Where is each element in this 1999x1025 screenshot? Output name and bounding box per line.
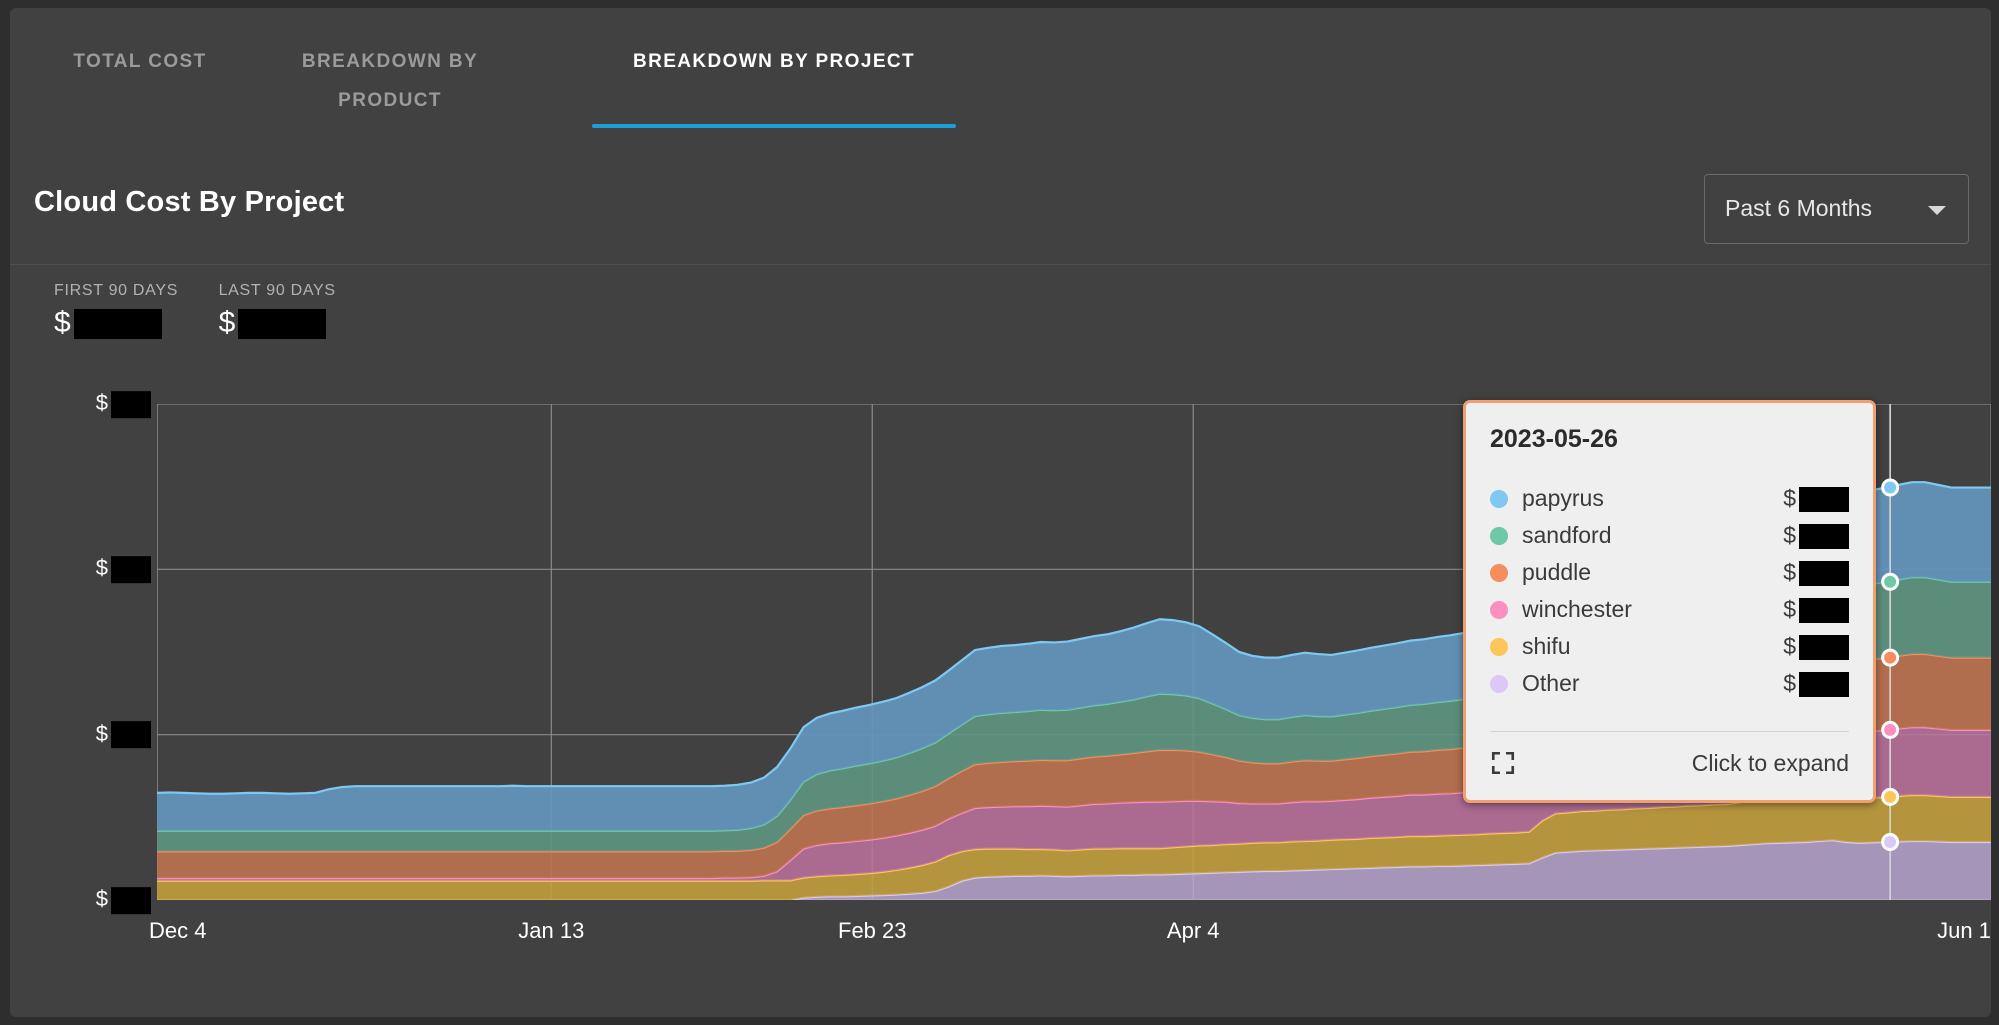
stat-first-90-days-prefix: $	[54, 306, 71, 339]
series-color-dot-sandford	[1490, 527, 1508, 545]
chart-tooltip[interactable]: 2023-05-26 papyrus$sandford$puddle$winch…	[1463, 400, 1876, 803]
tab-total-cost-label: TOTAL COST	[73, 51, 206, 72]
currency-prefix: $	[1783, 522, 1796, 548]
tooltip-row-other: Other$	[1490, 665, 1849, 702]
series-name: papyrus	[1522, 485, 1783, 512]
series-name: winchester	[1522, 596, 1783, 623]
x-axis-tick: Jan 13	[518, 918, 584, 944]
stat-first-90-days-value: $	[54, 306, 178, 340]
x-axis-tick: Apr 4	[1167, 918, 1220, 944]
value-redaction	[1799, 672, 1849, 697]
time-range-select[interactable]: Past 6 Months	[1704, 174, 1969, 244]
summary-stats: FIRST 90 DAYS $ LAST 90 DAYS $	[54, 282, 372, 340]
series-value: $	[1783, 485, 1849, 512]
chevron-down-icon	[1928, 206, 1946, 215]
series-value: $	[1783, 559, 1849, 586]
stat-last-90-days-value: $	[219, 306, 336, 340]
time-range-select-value: Past 6 Months	[1725, 195, 1872, 222]
tooltip-row-puddle: puddle$	[1490, 554, 1849, 591]
active-tab-underline	[592, 124, 956, 128]
stat-first-90-days-label: FIRST 90 DAYS	[54, 282, 178, 300]
header-divider	[10, 264, 1991, 265]
value-redaction	[1799, 561, 1849, 586]
tab-breakdown-by-product[interactable]: BREAKDOWN BY PRODUCT	[260, 42, 520, 128]
stat-first-90-days-redaction	[74, 309, 162, 339]
series-color-dot-puddle	[1490, 564, 1508, 582]
value-redaction	[1799, 598, 1849, 623]
stat-first-90-days: FIRST 90 DAYS $	[54, 282, 178, 340]
tooltip-expand-action[interactable]: Click to expand	[1490, 740, 1849, 786]
tooltip-row-winchester: winchester$	[1490, 591, 1849, 628]
tab-breakdown-by-project-label: BREAKDOWN BY PROJECT	[633, 51, 915, 72]
stat-last-90-days-label: LAST 90 DAYS	[219, 282, 336, 300]
tab-breakdown-by-product-label: BREAKDOWN BY PRODUCT	[302, 51, 478, 111]
stat-last-90-days-redaction	[238, 309, 326, 339]
tooltip-row-sandford: sandford$	[1490, 517, 1849, 554]
x-axis-tick: Dec 4	[149, 918, 206, 944]
currency-prefix: $	[1783, 596, 1796, 622]
series-value: $	[1783, 670, 1849, 697]
cloud-cost-card: TOTAL COST BREAKDOWN BY PRODUCT BREAKDOW…	[10, 8, 1991, 1017]
tooltip-expand-label: Click to expand	[1692, 750, 1849, 777]
series-color-dot-papyrus	[1490, 490, 1508, 508]
x-axis-tick: Jun 1	[1937, 918, 1991, 944]
currency-prefix: $	[1783, 559, 1796, 585]
page-title: Cloud Cost By Project	[34, 186, 344, 219]
series-name: Other	[1522, 670, 1783, 697]
expand-icon	[1490, 750, 1516, 776]
value-redaction	[1799, 487, 1849, 512]
series-color-dot-shifu	[1490, 638, 1508, 656]
tab-breakdown-by-project[interactable]: BREAKDOWN BY PROJECT	[592, 42, 956, 128]
tooltip-series-list: papyrus$sandford$puddle$winchester$shifu…	[1490, 480, 1849, 702]
series-color-dot-winchester	[1490, 601, 1508, 619]
value-redaction	[1799, 524, 1849, 549]
tooltip-date: 2023-05-26	[1490, 425, 1849, 454]
tab-bar: TOTAL COST BREAKDOWN BY PRODUCT BREAKDOW…	[10, 8, 1991, 146]
series-name: shifu	[1522, 633, 1783, 660]
currency-prefix: $	[1783, 633, 1796, 659]
series-value: $	[1783, 596, 1849, 623]
stat-last-90-days-prefix: $	[219, 306, 236, 339]
tooltip-separator	[1490, 731, 1849, 732]
series-value: $	[1783, 522, 1849, 549]
tooltip-row-papyrus: papyrus$	[1490, 480, 1849, 517]
value-redaction	[1799, 635, 1849, 660]
x-axis-tick: Feb 23	[838, 918, 907, 944]
series-color-dot-other	[1490, 675, 1508, 693]
stat-last-90-days: LAST 90 DAYS $	[219, 282, 336, 340]
series-value: $	[1783, 633, 1849, 660]
tooltip-row-shifu: shifu$	[1490, 628, 1849, 665]
series-name: sandford	[1522, 522, 1783, 549]
series-name: puddle	[1522, 559, 1783, 586]
currency-prefix: $	[1783, 670, 1796, 696]
currency-prefix: $	[1783, 485, 1796, 511]
tab-total-cost[interactable]: TOTAL COST	[30, 42, 250, 128]
